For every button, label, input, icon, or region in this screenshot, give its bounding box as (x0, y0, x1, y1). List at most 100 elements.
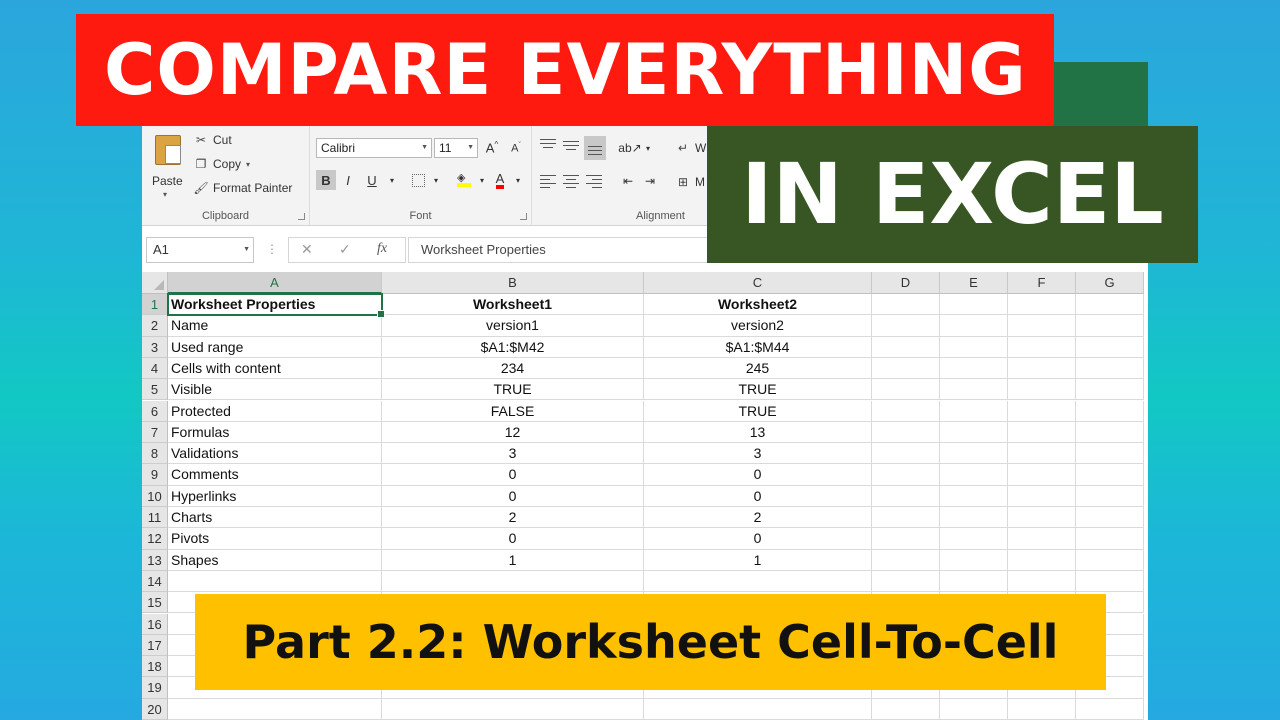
borders-dropdown[interactable]: ▾ (426, 170, 446, 190)
row-header[interactable]: 13 (142, 549, 168, 571)
cell-d10[interactable] (872, 485, 940, 507)
cell-d8[interactable] (872, 443, 940, 465)
paste-button[interactable]: Paste ▾ (150, 132, 186, 200)
dialog-launcher-icon[interactable] (298, 213, 305, 220)
align-center-icon[interactable] (563, 174, 579, 188)
cell-c2[interactable]: version2 (644, 315, 872, 337)
row-header[interactable]: 11 (142, 507, 168, 529)
cell-b9[interactable]: 0 (382, 464, 644, 486)
row-header[interactable]: 18 (142, 656, 168, 678)
cell-g8[interactable] (1076, 443, 1144, 465)
underline-button[interactable]: U (362, 170, 382, 190)
column-header-f[interactable]: F (1008, 272, 1076, 294)
cell-a3[interactable]: Used range (168, 336, 382, 358)
cell-e10[interactable] (940, 485, 1008, 507)
cell-a4[interactable]: Cells with content (168, 357, 382, 380)
cell-a9[interactable]: Comments (168, 464, 382, 486)
row-header[interactable]: 5 (142, 379, 168, 401)
cell-g1[interactable] (1076, 294, 1144, 316)
underline-dropdown[interactable]: ▾ (382, 170, 402, 190)
row-header[interactable]: 14 (142, 570, 168, 593)
cell-f11[interactable] (1008, 507, 1076, 529)
cell-b3[interactable]: $A1:$M42 (382, 336, 644, 358)
cell-d13[interactable] (872, 549, 940, 571)
cell-d14[interactable] (872, 570, 940, 593)
increase-font-size-button[interactable]: A^ (482, 138, 502, 158)
cell-d6[interactable] (872, 400, 940, 422)
cell-c9[interactable]: 0 (644, 464, 872, 486)
bottom-align-icon[interactable] (584, 136, 606, 160)
cell-b8[interactable]: 3 (382, 443, 644, 465)
cell-g3[interactable] (1076, 336, 1144, 358)
cell-d4[interactable] (872, 357, 940, 380)
cell-g10[interactable] (1076, 485, 1144, 507)
font-color-button[interactable]: A (490, 170, 510, 190)
cell-g6[interactable] (1076, 400, 1144, 422)
increase-indent-button[interactable]: ⇥ (640, 171, 660, 191)
column-header-b[interactable]: B (382, 272, 644, 294)
cell-c12[interactable]: 0 (644, 528, 872, 550)
row-header[interactable]: 3 (142, 336, 168, 358)
cell-a11[interactable]: Charts (168, 507, 382, 529)
cell-c13[interactable]: 1 (644, 549, 872, 571)
cell-d11[interactable] (872, 507, 940, 529)
cell-a12[interactable]: Pivots (168, 528, 382, 550)
wrap-text-button[interactable]: ↵ W (676, 138, 706, 158)
font-name-select[interactable]: Calibri ▼ (316, 138, 432, 158)
cell-b13[interactable]: 1 (382, 549, 644, 571)
cell-c8[interactable]: 3 (644, 443, 872, 465)
cell-a2[interactable]: Name (168, 315, 382, 337)
select-all-button[interactable] (142, 272, 168, 294)
row-header[interactable]: 2 (142, 315, 168, 337)
row-header[interactable]: 10 (142, 485, 168, 507)
cell-e8[interactable] (940, 443, 1008, 465)
row-header[interactable]: 20 (142, 698, 168, 720)
cell-f20[interactable] (1008, 698, 1076, 720)
cell-b7[interactable]: 12 (382, 421, 644, 444)
cell-c1[interactable]: Worksheet2 (644, 294, 872, 316)
column-header-c[interactable]: C (644, 272, 872, 294)
row-header[interactable]: 19 (142, 677, 168, 699)
fill-color-dropdown[interactable]: ▾ (472, 170, 492, 190)
cell-f8[interactable] (1008, 443, 1076, 465)
cell-b5[interactable]: TRUE (382, 379, 644, 401)
cell-c3[interactable]: $A1:$M44 (644, 336, 872, 358)
column-header-a[interactable]: A (168, 272, 382, 294)
cell-g9[interactable] (1076, 464, 1144, 486)
font-size-select[interactable]: 11 ▼ (434, 138, 478, 158)
cell-e2[interactable] (940, 315, 1008, 337)
cell-e3[interactable] (940, 336, 1008, 358)
cell-g11[interactable] (1076, 507, 1144, 529)
cell-e1[interactable] (940, 294, 1008, 316)
cell-g12[interactable] (1076, 528, 1144, 550)
cell-c4[interactable]: 245 (644, 357, 872, 380)
cell-e4[interactable] (940, 357, 1008, 380)
cell-g20[interactable] (1076, 698, 1144, 720)
cell-g4[interactable] (1076, 357, 1144, 380)
cell-g2[interactable] (1076, 315, 1144, 337)
cancel-icon[interactable]: ✕ (301, 241, 313, 258)
top-align-icon[interactable] (540, 138, 556, 152)
cell-e7[interactable] (940, 421, 1008, 444)
orientation-button[interactable]: ab↗ (618, 138, 641, 158)
cell-b1[interactable]: Worksheet1 (382, 294, 644, 316)
row-header[interactable]: 12 (142, 528, 168, 550)
dialog-launcher-icon[interactable] (520, 213, 527, 220)
row-header[interactable]: 16 (142, 613, 168, 635)
row-header[interactable]: 6 (142, 400, 168, 422)
orientation-dropdown[interactable]: ▾ (638, 138, 658, 158)
fill-color-button[interactable]: ◈ (454, 170, 474, 190)
cell-c14[interactable] (644, 570, 872, 593)
cell-f12[interactable] (1008, 528, 1076, 550)
cell-a8[interactable]: Validations (168, 443, 382, 465)
merge-center-button[interactable]: ⊞ M (676, 172, 705, 192)
column-header-d[interactable]: D (872, 272, 940, 294)
cell-g14[interactable] (1076, 570, 1144, 593)
cell-e11[interactable] (940, 507, 1008, 529)
cell-f13[interactable] (1008, 549, 1076, 571)
cell-b20[interactable] (382, 698, 644, 720)
name-box[interactable]: A1 ▼ (146, 237, 254, 263)
cell-d7[interactable] (872, 421, 940, 444)
cell-c11[interactable]: 2 (644, 507, 872, 529)
cell-f7[interactable] (1008, 421, 1076, 444)
